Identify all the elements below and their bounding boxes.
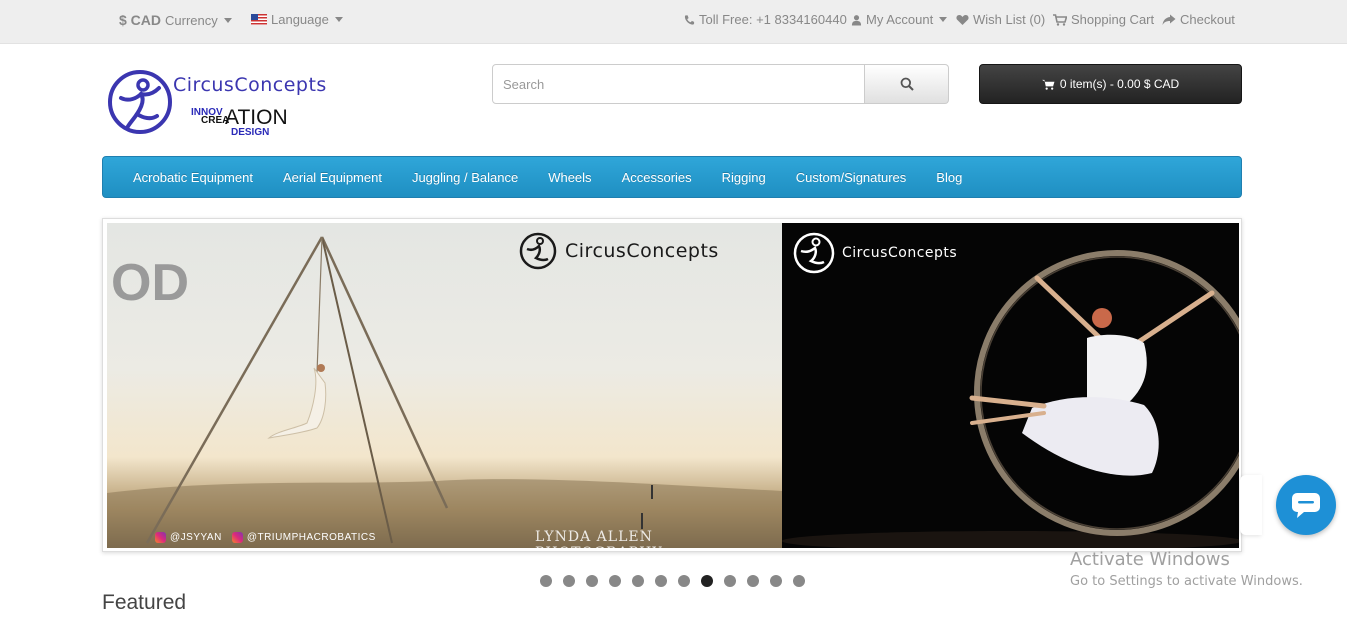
- nav-item-blog[interactable]: Blog: [936, 170, 962, 185]
- cart-icon: [1053, 13, 1067, 26]
- search-input[interactable]: [492, 64, 865, 104]
- instagram-icon: [231, 532, 243, 543]
- wish-list-link[interactable]: Wish List (0): [956, 12, 1045, 27]
- instagram-icon: [155, 532, 166, 543]
- my-account-dropdown[interactable]: My Account: [851, 12, 948, 27]
- cyr-wheel-photo-illustration: [782, 250, 1239, 548]
- wish-list-label: Wish List (0): [973, 12, 1046, 27]
- nav-item-custom-signatures[interactable]: Custom/Signatures: [796, 170, 907, 185]
- featured-heading: Featured: [102, 591, 187, 614]
- logo-emblem-icon: [519, 232, 557, 270]
- checkout-label: Checkout: [1180, 12, 1235, 27]
- chat-bubble-icon: [1292, 493, 1320, 518]
- windows-activation-watermark: Activate Windows Go to Settings to activ…: [1070, 549, 1303, 589]
- hero-slideshow[interactable]: OD CircusConcepts @JSYYAN @TRIUMPHACROBA…: [102, 218, 1242, 552]
- top-bar: $ CAD Currency Language Toll Free: +1 83…: [0, 0, 1347, 44]
- slideshow-dot[interactable]: [632, 575, 644, 587]
- slideshow-dot[interactable]: [609, 575, 621, 587]
- toll-free-link[interactable]: Toll Free: +1 8334160440: [684, 12, 847, 27]
- share-arrow-icon: [1162, 14, 1176, 25]
- tripod-photo-illustration: [107, 236, 782, 548]
- search-icon: [900, 77, 914, 91]
- cart-summary-label: 0 item(s) - 0.00 $ CAD: [1059, 77, 1180, 91]
- logo-emblem-icon: [108, 70, 172, 134]
- slide-photo-credit: LYNDA ALLEN PHOTOGRAPHY: [535, 529, 662, 548]
- slideshow-dot[interactable]: [678, 575, 690, 587]
- slide-image-cyr-wheel[interactable]: CircusConcepts: [782, 223, 1239, 548]
- slideshow-dot[interactable]: [563, 575, 575, 587]
- slideshow-dot[interactable]: [724, 575, 736, 587]
- cart-summary-button[interactable]: 0 item(s) - 0.00 $ CAD: [979, 64, 1242, 104]
- slideshow-dot[interactable]: [770, 575, 782, 587]
- toll-free-text: Toll Free: +1 8334160440: [699, 12, 847, 27]
- logo-wordmark: CircusConcepts: [173, 74, 327, 96]
- slide-left-watermark: CircusConcepts: [519, 231, 719, 271]
- search-button[interactable]: [865, 64, 949, 104]
- checkout-link[interactable]: Checkout: [1162, 12, 1235, 27]
- us-flag-icon: [251, 14, 267, 25]
- user-icon: [851, 14, 862, 25]
- logo-tagline: INNOV CREA ATION DESIGN: [191, 104, 311, 138]
- slideshow-dot[interactable]: [793, 575, 805, 587]
- logo-design: DESIGN: [231, 127, 270, 138]
- slide-instagram-credits: @JSYYAN @TRIUMPHACROBATICS: [155, 532, 376, 543]
- currency-label: Currency: [165, 12, 218, 28]
- slide-image-aerial-tripod[interactable]: OD CircusConcepts @JSYYAN @TRIUMPHACROBA…: [107, 223, 782, 548]
- insta-handle-2: @TRIUMPHACROBATICS: [246, 532, 376, 543]
- nav-item-aerial-equipment[interactable]: Aerial Equipment: [283, 170, 382, 185]
- main-navigation: Acrobatic Equipment Aerial Equipment Jug…: [102, 156, 1242, 198]
- phone-icon: [684, 14, 695, 25]
- nav-item-accessories[interactable]: Accessories: [622, 170, 692, 185]
- slideshow-dot[interactable]: [701, 575, 713, 587]
- activate-subtitle: Go to Settings to activate Windows.: [1070, 574, 1303, 589]
- cart-icon: [1041, 79, 1055, 90]
- language-dropdown[interactable]: Language: [251, 12, 343, 27]
- chat-tab[interactable]: [1240, 475, 1262, 535]
- slide-left-watermark-text: CircusConcepts: [565, 240, 719, 262]
- slideshow-dot[interactable]: [540, 575, 552, 587]
- search-bar: [492, 64, 949, 104]
- nav-item-wheels[interactable]: Wheels: [548, 170, 591, 185]
- language-label: Language: [271, 12, 329, 27]
- heart-icon: [956, 14, 969, 25]
- insta-handle-1: @JSYYAN: [170, 532, 222, 543]
- activate-title: Activate Windows: [1070, 549, 1230, 570]
- chat-button[interactable]: [1276, 475, 1336, 535]
- chevron-down-icon: [334, 17, 343, 22]
- chevron-down-icon: [223, 17, 232, 23]
- shopping-cart-link[interactable]: Shopping Cart: [1053, 12, 1154, 27]
- chevron-down-icon: [939, 17, 948, 22]
- slideshow-pagination: [540, 575, 805, 587]
- my-account-label: My Account: [866, 12, 934, 27]
- nav-item-acrobatic-equipment[interactable]: Acrobatic Equipment: [133, 170, 253, 185]
- currency-symbol: $ CAD: [119, 12, 162, 28]
- nav-item-juggling-balance[interactable]: Juggling / Balance: [412, 170, 518, 185]
- slideshow-dot[interactable]: [586, 575, 598, 587]
- currency-dropdown[interactable]: $ CAD Currency: [119, 12, 232, 28]
- slideshow-dot[interactable]: [655, 575, 667, 587]
- site-logo[interactable]: CircusConcepts INNOV CREA ATION DESIGN: [107, 66, 367, 138]
- nav-item-rigging[interactable]: Rigging: [722, 170, 766, 185]
- shopping-cart-label: Shopping Cart: [1071, 12, 1155, 27]
- slideshow-dot[interactable]: [747, 575, 759, 587]
